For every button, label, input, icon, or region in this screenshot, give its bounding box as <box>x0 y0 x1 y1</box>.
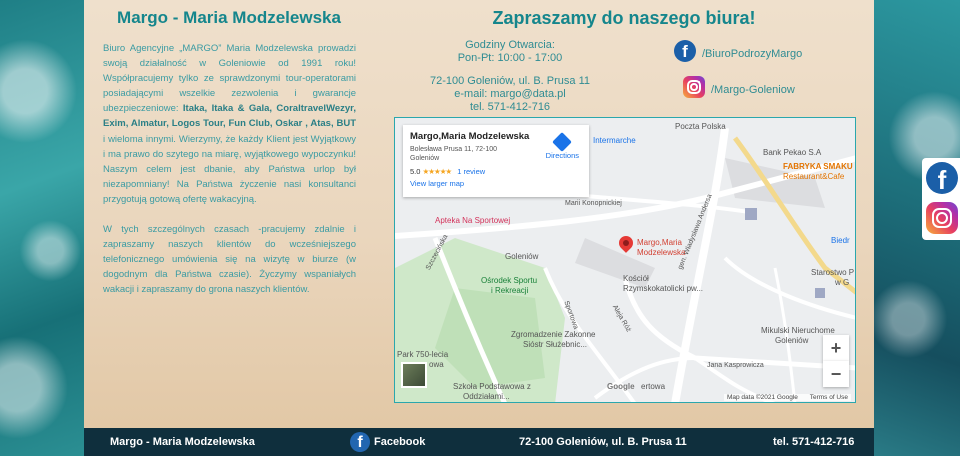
footer-company-name: Margo - Maria Modzelewska <box>110 436 255 448</box>
map-label-zgromadzenie: Zgromadzenie Zakonne <box>511 330 596 339</box>
map-label-osrodek-sub: i Rekreacji <box>491 286 529 295</box>
contact-info: Godziny Otwarcia: Pon-Pt: 10:00 - 17:00 … <box>420 39 600 114</box>
map-label-kosciol-sub: Rzymskokatolicki pw... <box>623 284 704 293</box>
hours: Pon-Pt: 10:00 - 17:00 <box>457 52 563 64</box>
instagram-link-label: /Margo-Goleniow <box>711 84 795 96</box>
map-label-kasprowicza: Jana Kasprowicza <box>707 362 764 369</box>
description-paragraph-2: W tych szczególnych czasach -pracujemy z… <box>103 224 356 296</box>
floating-instagram-icon[interactable] <box>926 202 958 234</box>
map-label-mikulski: Mikulski Nieruchome <box>761 326 835 335</box>
footer-facebook-link[interactable]: f Facebook <box>350 428 425 456</box>
map-label-fabryka: FABRYKA SMAKU <box>783 162 853 171</box>
map-label-szkola: Szkoła Podstawowa z <box>453 382 531 391</box>
map-terms-link[interactable]: Terms of Use <box>810 394 848 401</box>
phone[interactable]: tel. 571-412-716 <box>420 101 600 114</box>
facebook-link[interactable]: f /BiuroPodrozyMargo <box>674 40 802 62</box>
directions-icon <box>552 132 573 152</box>
company-description: Biuro Agencyjne „MARGO” Maria Modzelewsk… <box>103 41 356 298</box>
address: 72-100 Goleniów, ul. B. Prusa 11 <box>429 75 590 87</box>
reviews-link[interactable]: 1 review <box>457 167 485 176</box>
floating-facebook-icon[interactable]: f <box>926 162 958 194</box>
email[interactable]: e-mail: margo@data.pl <box>420 88 600 101</box>
facebook-link-label: /BiuroPodrozyMargo <box>702 48 803 60</box>
satellite-toggle[interactable] <box>401 362 427 388</box>
map-label-poczta: Poczta Polska <box>675 122 726 131</box>
zoom-in-button[interactable]: + <box>823 335 849 361</box>
footer-phone[interactable]: tel. 571-412-716 <box>773 428 854 456</box>
map-data-text: Map data ©2021 Google <box>726 394 798 401</box>
footer-address: 72-100 Goleniów, ul. B. Prusa 11 <box>519 436 687 448</box>
google-logo: Google <box>607 382 635 391</box>
map-attribution: Map data ©2021 Google Terms of Use <box>723 394 851 401</box>
description-paragraph-1: Biuro Agencyjne „MARGO” Maria Modzelewsk… <box>103 43 356 205</box>
office-title: Zapraszamy do naszego biura! <box>492 8 756 28</box>
map-label-goleniow: Goleniów <box>505 252 539 261</box>
map-label-zgromadzenie-sub: Sióstr Służebnic... <box>523 340 588 349</box>
map-label-apteka: Apteka Na Sportowej <box>435 216 511 225</box>
hours-label: Godziny Otwarcia: <box>465 39 555 51</box>
google-map[interactable]: Poczta Polska Intermarche Bank Pekao S.A… <box>394 117 856 403</box>
sea-background-left <box>0 0 84 456</box>
map-label-ertowa: ertowa <box>641 382 666 391</box>
map-label-starostwo: Starostwo P <box>811 268 855 277</box>
map-label-szkola-sub: Oddziałami... <box>463 392 510 401</box>
map-label-park: Park 750-lecia <box>397 350 449 359</box>
map-label-starostwo-sub: w G <box>835 278 850 287</box>
star-icons: ★★★★★ <box>422 167 453 176</box>
facebook-icon: f <box>674 40 696 62</box>
instagram-icon <box>683 76 705 98</box>
map-label-bank: Bank Pekao S.A <box>763 148 822 157</box>
directions-button[interactable]: Directions <box>545 132 579 160</box>
rating-value: 5.0 <box>410 167 421 176</box>
map-label-konopnickiej: Marii Konopnickiej <box>565 200 622 207</box>
map-label-park-sub: owa <box>429 360 444 369</box>
footer-facebook-label: Facebook <box>374 436 426 448</box>
zoom-out-button[interactable]: − <box>823 361 849 387</box>
map-label-kosciol: Kościół <box>623 274 649 283</box>
place-card: Margo,Maria Modzelewska Bolesława Prusa … <box>403 125 589 197</box>
place-address: Bolesława Prusa 11, 72-100 Goleniów <box>410 146 498 162</box>
map-label-pin-sub: Modzelewska <box>637 248 686 257</box>
map-label-osrodek: Ośrodek Sportu <box>481 276 538 285</box>
footer-facebook-icon: f <box>350 432 370 452</box>
floating-social-bar: f <box>922 158 960 240</box>
view-larger-map-link[interactable]: View larger map <box>410 179 582 188</box>
company-title: Margo - Maria Modzelewska <box>117 8 341 27</box>
map-label-mikulski-sub: Goleniów <box>775 336 809 345</box>
place-rating: 5.0 ★★★★★ 1 review <box>410 167 582 176</box>
map-label-pin: Margo,Maria <box>637 238 682 247</box>
instagram-link[interactable]: /Margo-Goleniow <box>683 76 795 98</box>
map-label-intermarche: Intermarche <box>593 136 636 145</box>
directions-label: Directions <box>545 151 579 160</box>
map-label-fabryka-sub: Restaurant&Cafe <box>783 172 845 181</box>
map-label-biedronka: Biedr <box>831 236 850 245</box>
footer: Margo - Maria Modzelewska f Facebook 72-… <box>84 428 874 456</box>
